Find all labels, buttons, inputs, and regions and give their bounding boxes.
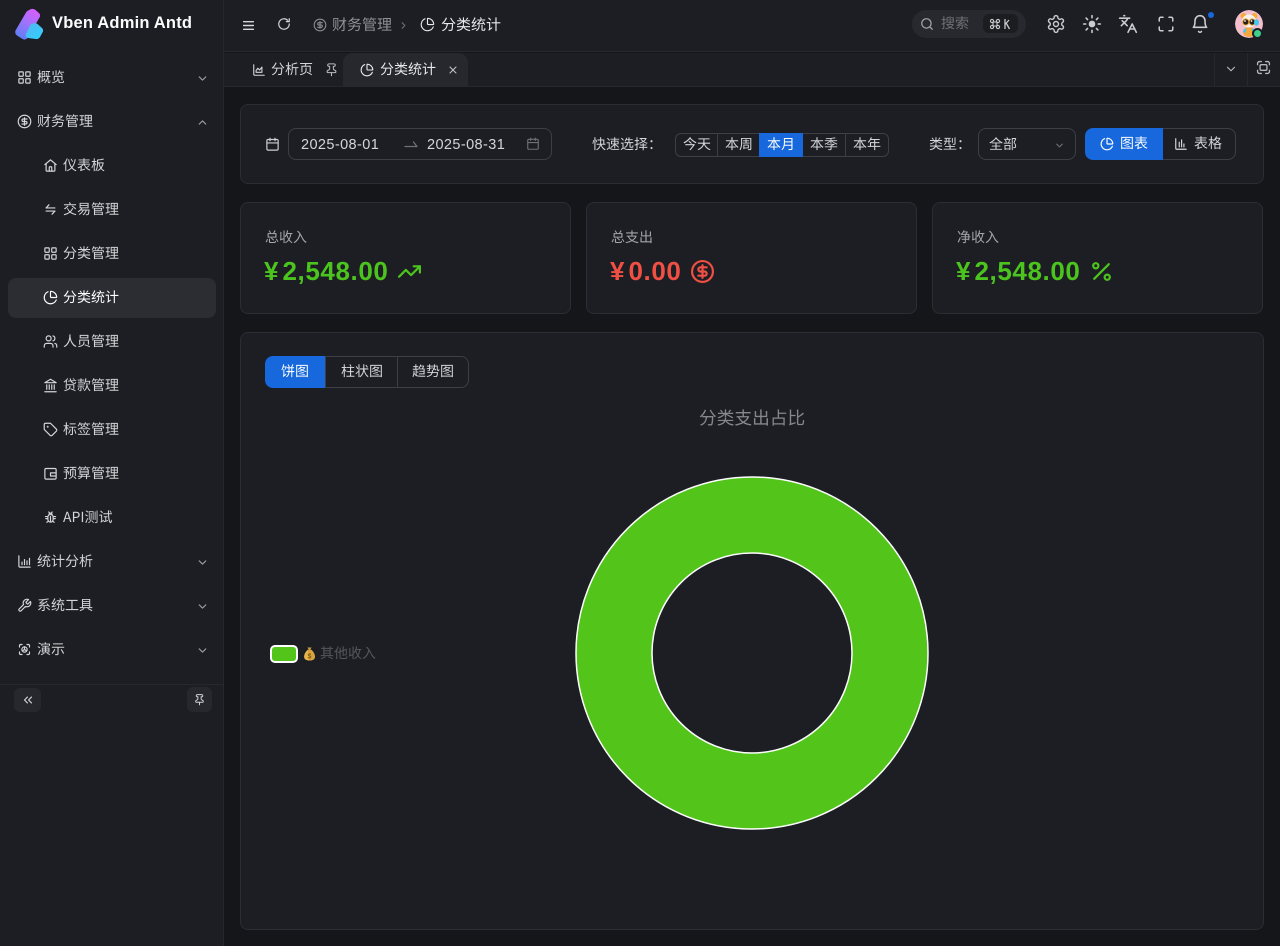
svg-text:$: $ xyxy=(308,653,312,660)
